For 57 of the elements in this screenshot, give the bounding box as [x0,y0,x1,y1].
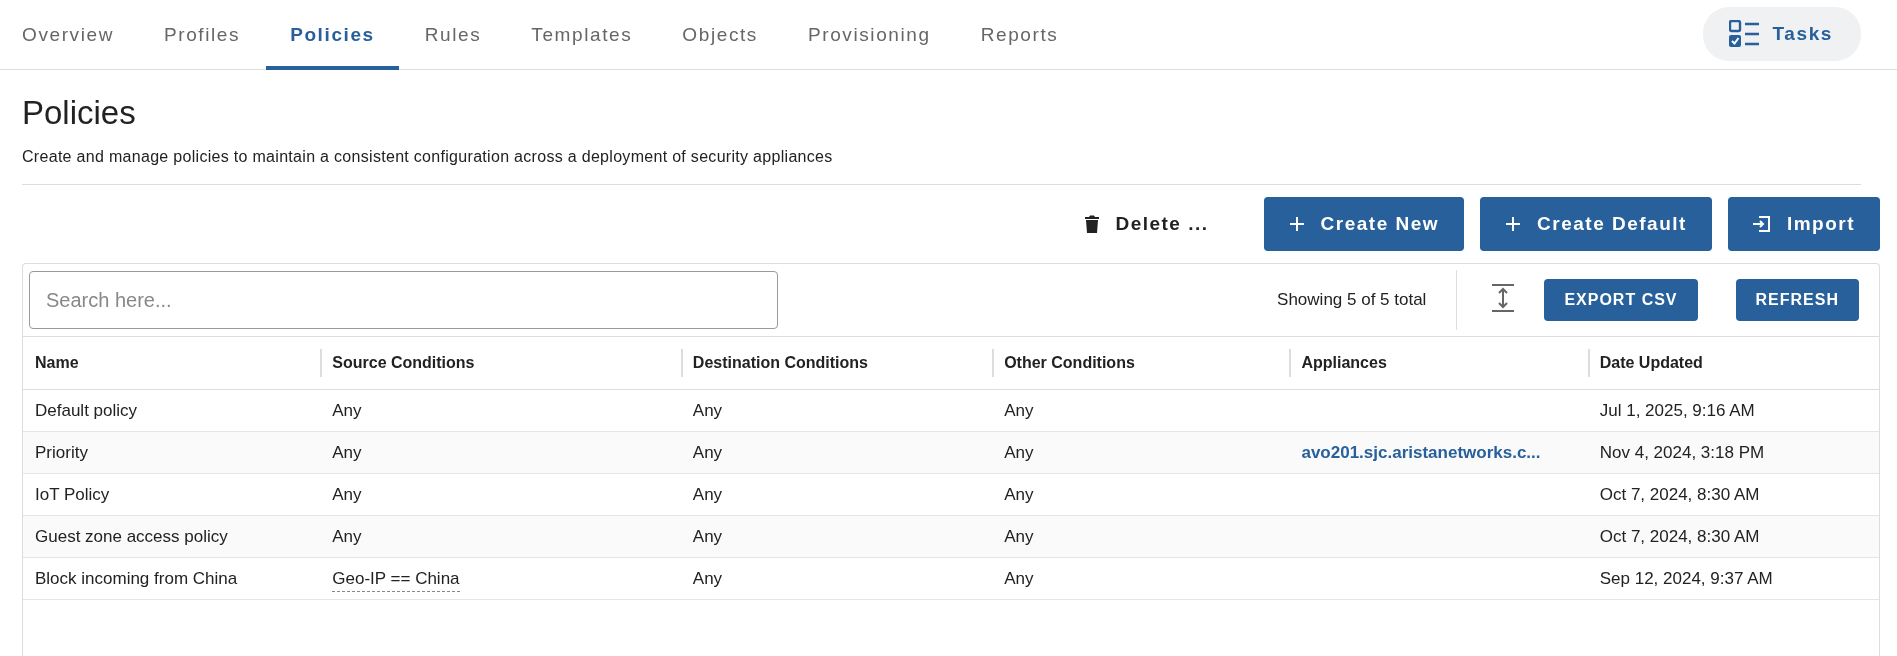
page-title: Policies [22,94,137,132]
plus-icon [1288,216,1305,232]
table-cell: Any [680,389,993,432]
table-cell: Any [320,473,681,516]
create-button[interactable]: Create Default [1480,197,1712,251]
column-header[interactable]: Destination Conditions [680,337,993,390]
nav-tab[interactable]: Overview [0,0,138,70]
table-cell: Any [320,515,681,558]
nav-tab[interactable]: Templates [507,0,657,70]
column-header[interactable]: Source Conditions [320,337,681,390]
table-cell: Priority [23,431,321,474]
row-height-icon[interactable] [1492,284,1515,312]
column-header[interactable]: Appliances [1289,337,1588,390]
toolbar-button[interactable]: EXPORT CSV [1544,279,1698,321]
nav-tab[interactable]: Objects [658,0,782,70]
delete-button[interactable]: Delete ... [1060,197,1234,251]
table-cell: Default policy [23,389,321,432]
table-cell: Any [992,431,1290,474]
condition-tooltip-text[interactable]: Geo-IP == China [332,568,460,592]
table-cell: Block incoming from China [23,557,321,600]
table-cell: Jul 1, 2025, 9:16 AM [1587,389,1879,432]
table-cell: Any [680,557,993,600]
nav-tab[interactable]: Reports [956,0,1083,70]
import-icon [1752,216,1771,232]
table-cell: Any [320,431,681,474]
import-button[interactable]: Import [1727,197,1880,251]
table-cell: Any [992,557,1290,600]
row-count: Showing 5 of 5 total [1277,270,1458,330]
tasks-button[interactable]: Tasks [1702,7,1861,61]
plus-icon [1505,216,1522,232]
page-description: Create and manage policies to maintain a consistent configuration across a deployment of security appliances [22,148,834,166]
checklist-icon [1728,20,1759,48]
column-header[interactable]: Other Conditions [992,337,1290,390]
table-cell: Any [680,431,993,474]
nav-tab[interactable]: Policies [266,0,399,70]
table-cell: Any [680,473,993,516]
tasks-label: Tasks [1772,23,1833,45]
column-header[interactable]: Date Updated [1587,337,1879,390]
table-cell: Any [992,515,1290,558]
table-cell: Any [320,389,681,432]
table-cell: Sep 12, 2024, 9:37 AM [1587,557,1879,600]
table-cell: Guest zone access policy [23,515,321,558]
create-button[interactable]: Create New [1263,197,1465,251]
table-cell: Any [680,515,993,558]
nav-tab[interactable]: Rules [400,0,506,70]
toolbar-button[interactable]: REFRESH [1735,279,1859,321]
table-cell: Oct 7, 2024, 8:30 AM [1587,473,1879,516]
trash-icon [1085,215,1100,233]
search-field[interactable]: Search here... [29,271,778,329]
column-header[interactable]: Name [23,337,321,390]
table-cell: Any [992,389,1290,432]
nav-tab[interactable]: Provisioning [783,0,955,70]
table-cell: Any [992,473,1290,516]
table-cell: Oct 7, 2024, 8:30 AM [1587,515,1879,558]
nav-tab[interactable]: Profiles [140,0,265,70]
table-cell: Nov 4, 2024, 3:18 PM [1587,431,1879,474]
table-cell: IoT Policy [23,473,321,516]
